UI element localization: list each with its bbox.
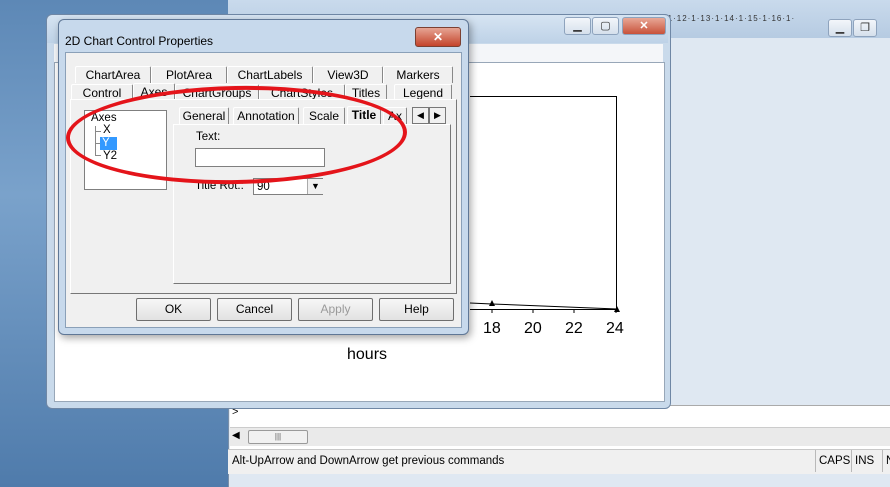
figure-minimize-button[interactable]: ▁ [564,17,591,35]
dialog-close-button[interactable]: ✕ [415,27,461,47]
tab-scroll-left-icon[interactable]: ◀ [412,107,429,124]
x-tick-label: 20 [524,320,542,337]
plot-series [469,300,620,313]
series-marker [489,300,495,306]
dialog-title: 2D Chart Control Properties [65,34,214,48]
status-extra-indicator: N [882,450,890,472]
tab-plotarea[interactable]: PlotArea [151,66,227,83]
figure-close-button[interactable]: ✕ [622,17,666,35]
help-button[interactable]: Help [379,298,454,321]
tab-chartarea[interactable]: ChartArea [75,66,151,83]
ok-button[interactable]: OK [136,298,211,321]
tab-scroll-right-icon[interactable]: ▶ [429,107,446,124]
main-restore-button[interactable]: ❐ [853,19,877,37]
scroll-left-icon[interactable]: ◀ [232,430,240,441]
apply-button[interactable]: Apply [298,298,373,321]
x-axis-label: hours [347,346,388,363]
tab-view3d[interactable]: View3D [313,66,383,83]
plot-frame [470,96,617,311]
tab-markers[interactable]: Markers [383,66,453,83]
x-tick-label: 22 [565,320,583,337]
caps-indicator: CAPS [815,450,852,472]
ins-indicator: INS [851,450,883,472]
x-tick-label: 24 [606,320,624,337]
main-minimize-button[interactable]: ▁ [828,19,852,37]
scrollbar-thumb[interactable]: ||| [248,430,308,444]
status-message: Alt-UpArrow and DownArrow get previous c… [232,455,505,467]
x-tick-label: 18 [483,320,501,337]
chevron-down-icon[interactable]: ▼ [307,179,323,194]
horizontal-scrollbar[interactable]: ◀ [230,427,890,446]
tab-chartlabels[interactable]: ChartLabels [227,66,313,83]
cancel-button[interactable]: Cancel [217,298,292,321]
figure-maximize-button[interactable]: ▢ [592,17,619,35]
